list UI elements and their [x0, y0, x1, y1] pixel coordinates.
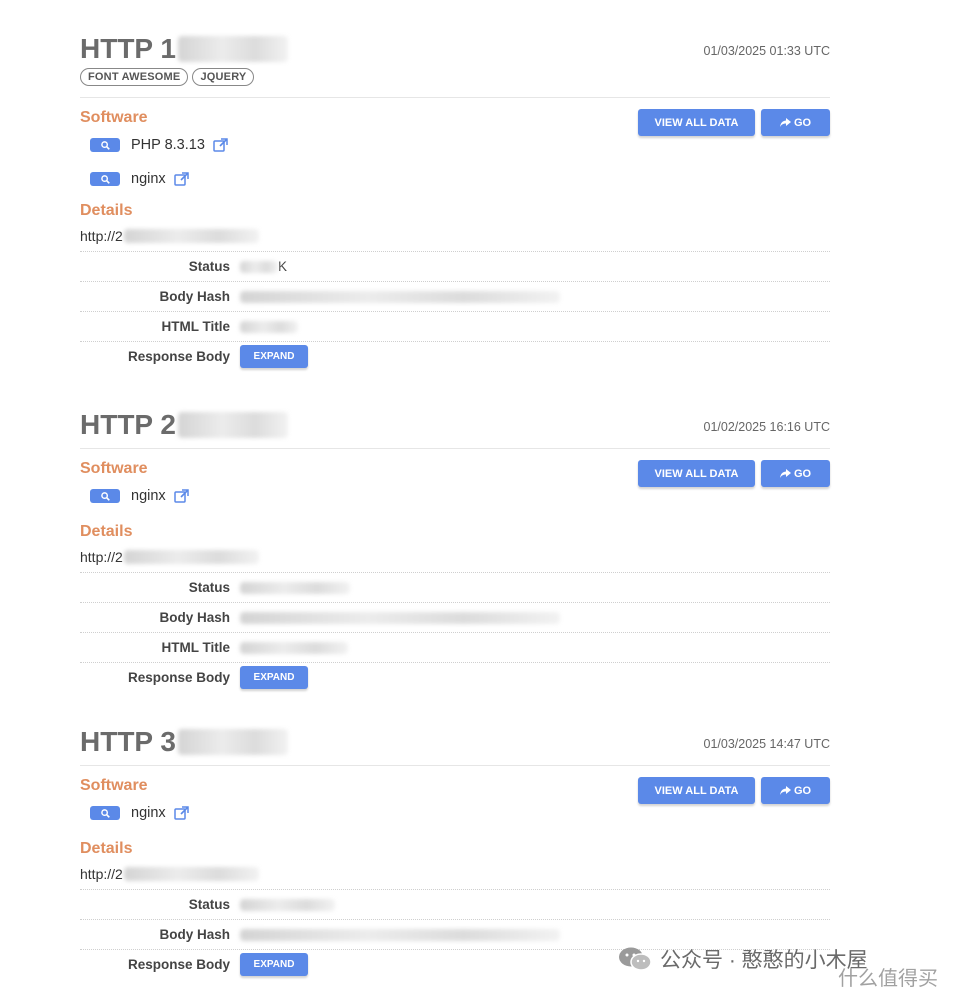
share-arrow-icon — [779, 786, 791, 795]
html-title-label: HTML Title — [161, 319, 230, 334]
html-title-value — [240, 320, 298, 333]
tag-jquery[interactable]: JQUERY — [192, 68, 255, 86]
response-body-label: Response Body — [127, 349, 230, 364]
details-row-html-title: HTML Title — [80, 632, 830, 662]
software-search-button[interactable] — [90, 806, 120, 820]
status-value — [240, 581, 350, 594]
expand-button[interactable]: EXPAND — [240, 666, 308, 689]
record-title: HTTP 1 — [80, 33, 288, 65]
search-icon — [100, 808, 110, 818]
search-icon — [100, 140, 110, 150]
body-hash-value — [240, 928, 560, 941]
expand-button[interactable]: EXPAND — [240, 953, 308, 976]
go-button[interactable]: GO — [761, 777, 830, 804]
search-icon — [100, 491, 110, 501]
view-all-data-button[interactable]: VIEW ALL DATA — [638, 109, 755, 136]
details-row-response-body: Response Body EXPAND — [80, 341, 830, 371]
software-search-button[interactable] — [90, 172, 120, 186]
redacted-block — [177, 36, 288, 62]
view-all-data-button[interactable]: VIEW ALL DATA — [638, 777, 755, 804]
action-buttons: VIEW ALL DATA GO — [638, 109, 830, 136]
details-row-body-hash: Body Hash — [80, 281, 830, 311]
response-body-label: Response Body — [127, 670, 230, 685]
software-search-button[interactable] — [90, 489, 120, 503]
status-label: Status — [188, 259, 230, 274]
record-title: HTTP 2 — [80, 409, 288, 441]
status-label: Status — [188, 580, 230, 595]
details-section: Details http://2 Status Body Hash HTML T… — [80, 523, 830, 692]
software-name: nginx — [131, 488, 166, 504]
details-row-status: Status — [80, 572, 830, 602]
service-url[interactable]: http://2 — [80, 866, 830, 882]
record-timestamp: 01/03/2025 01:33 UTC — [703, 44, 830, 58]
html-title-value — [240, 641, 348, 654]
share-arrow-icon — [779, 469, 791, 478]
software-section: Software VIEW ALL DATA GO nginx — [80, 460, 830, 513]
service-url[interactable]: http://2 — [80, 549, 830, 565]
status-value: K — [240, 259, 287, 274]
wechat-icon — [618, 946, 652, 972]
record-header: HTTP 2 01/02/2025 16:16 UTC — [80, 409, 830, 449]
redacted-block — [123, 550, 259, 564]
body-hash-label: Body Hash — [159, 289, 230, 304]
details-heading: Details — [80, 523, 133, 540]
status-label: Status — [188, 897, 230, 912]
body-hash-value — [240, 290, 560, 303]
response-body-label: Response Body — [127, 957, 230, 972]
redacted-block — [123, 229, 259, 243]
redacted-block — [123, 867, 259, 881]
go-button[interactable]: GO — [761, 460, 830, 487]
view-all-data-button[interactable]: VIEW ALL DATA — [638, 460, 755, 487]
details-section: Details http://2 Status K Body Hash HTML… — [80, 202, 830, 371]
software-name: nginx — [131, 171, 166, 187]
redacted-block — [177, 729, 288, 755]
details-table: Status Body Hash HTML Title Response Bod… — [80, 572, 830, 692]
record-timestamp: 01/03/2025 14:47 UTC — [703, 737, 830, 751]
software-name: nginx — [131, 805, 166, 821]
tag-font-awesome[interactable]: FONT AWESOME — [80, 68, 189, 86]
details-row-html-title: HTML Title — [80, 311, 830, 341]
record-header: HTTP 3 01/03/2025 14:47 UTC — [80, 726, 830, 766]
status-value — [240, 898, 335, 911]
details-row-body-hash: Body Hash — [80, 602, 830, 632]
share-arrow-icon — [779, 118, 791, 127]
external-link-icon[interactable] — [173, 806, 189, 820]
service-url[interactable]: http://2 — [80, 228, 830, 244]
software-search-button[interactable] — [90, 138, 120, 152]
record-title: HTTP 3 — [80, 726, 288, 758]
details-heading: Details — [80, 840, 133, 857]
redacted-block — [177, 412, 288, 438]
software-section: Software VIEW ALL DATA GO nginx — [80, 777, 830, 830]
external-link-icon[interactable] — [173, 489, 189, 503]
watermark: 公众号 · 憨憨的小木屋 — [618, 944, 868, 974]
details-row-response-body: Response Body EXPAND — [80, 662, 830, 692]
search-icon — [100, 174, 110, 184]
body-hash-value — [240, 611, 560, 624]
record-timestamp: 01/02/2025 16:16 UTC — [703, 420, 830, 434]
details-table: Status K Body Hash HTML Title Response B… — [80, 251, 830, 371]
action-buttons: VIEW ALL DATA GO — [638, 460, 830, 487]
software-section: Software VIEW ALL DATA GO PHP 8.3.13 ngi… — [80, 109, 830, 196]
record-3: HTTP 3 01/03/2025 14:47 UTC Software VIE… — [80, 726, 830, 979]
action-buttons: VIEW ALL DATA GO — [638, 777, 830, 804]
details-row-status: Status — [80, 889, 830, 919]
watermark-text: 公众号 · 憨憨的小木屋 — [660, 949, 868, 972]
watermark-sub: 什么值得买 — [838, 968, 938, 990]
software-item: nginx — [80, 162, 830, 196]
details-row-status: Status K — [80, 251, 830, 281]
body-hash-label: Body Hash — [159, 927, 230, 942]
details-heading: Details — [80, 202, 133, 219]
go-button[interactable]: GO — [761, 109, 830, 136]
software-name: PHP 8.3.13 — [131, 137, 205, 153]
record-header: HTTP 1 01/03/2025 01:33 UTC FONT AWESOME… — [80, 33, 830, 98]
tag-list: FONT AWESOME JQUERY — [80, 68, 255, 86]
expand-button[interactable]: EXPAND — [240, 345, 308, 368]
external-link-icon[interactable] — [173, 172, 189, 186]
html-title-label: HTML Title — [161, 640, 230, 655]
body-hash-label: Body Hash — [159, 610, 230, 625]
record-2: HTTP 2 01/02/2025 16:16 UTC Software VIE… — [80, 409, 830, 692]
record-1: HTTP 1 01/03/2025 01:33 UTC FONT AWESOME… — [80, 33, 830, 371]
external-link-icon[interactable] — [213, 138, 228, 152]
